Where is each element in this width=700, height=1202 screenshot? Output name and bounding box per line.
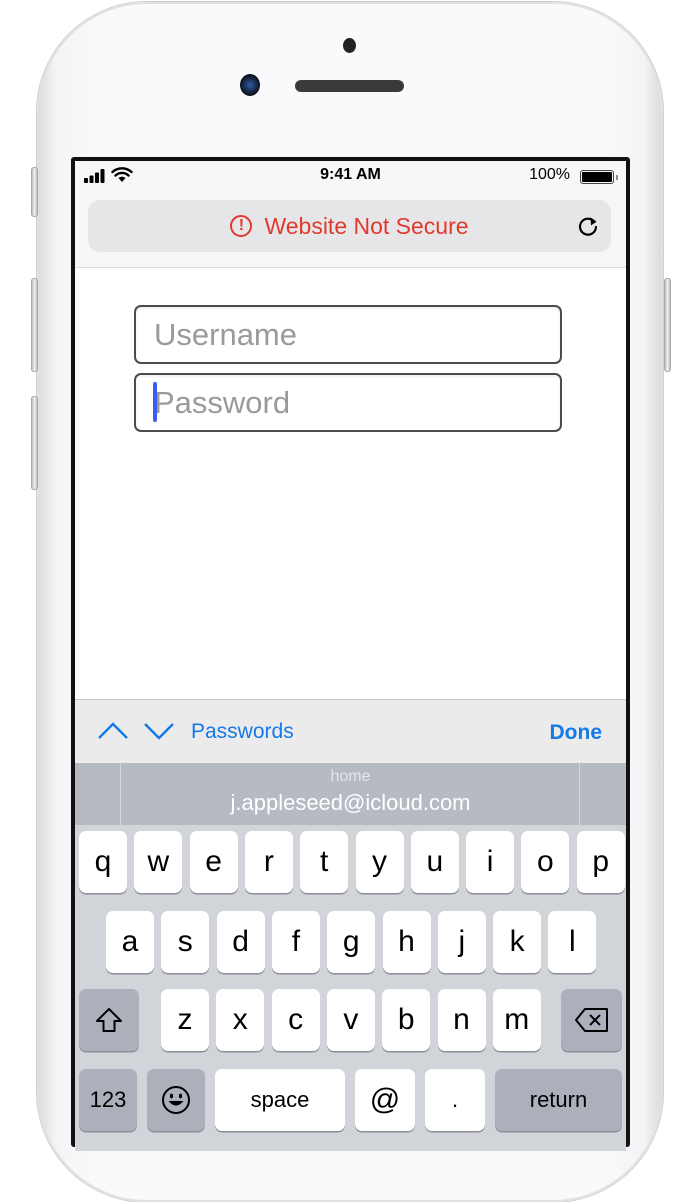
- key-s[interactable]: s: [161, 911, 210, 973]
- return-key[interactable]: return: [495, 1069, 622, 1131]
- key-l[interactable]: l: [548, 911, 597, 973]
- emoji-icon: [162, 1086, 190, 1114]
- key-k[interactable]: k: [493, 911, 542, 973]
- keyboard-accessory-bar: Passwords Done: [75, 699, 626, 764]
- key-w[interactable]: w: [134, 831, 183, 893]
- keyboard: qwertyuiop asdfghjkl zxcvbnm 123 space @…: [75, 825, 626, 1151]
- key-x[interactable]: x: [216, 989, 265, 1051]
- earpiece-speaker: [295, 80, 404, 92]
- key-e[interactable]: e: [189, 831, 238, 893]
- key-z[interactable]: z: [161, 989, 209, 1051]
- username-input[interactable]: [136, 307, 560, 362]
- key-f[interactable]: f: [271, 911, 320, 973]
- key-c[interactable]: c: [271, 989, 320, 1051]
- delete-key[interactable]: [561, 989, 622, 1051]
- suggestion-item[interactable]: home j.appleseed@icloud.com: [121, 763, 579, 825]
- key-d[interactable]: d: [216, 911, 265, 973]
- screen-content: 9:41 AM 100% ! Website Not Secure Userna…: [75, 161, 626, 1151]
- key-y[interactable]: y: [355, 831, 404, 893]
- done-button[interactable]: Done: [550, 721, 603, 745]
- shift-icon: [96, 1008, 122, 1032]
- key-g[interactable]: g: [327, 911, 376, 973]
- quicktype-suggestion-bar: home j.appleseed@icloud.com: [75, 763, 626, 825]
- shift-key[interactable]: [79, 989, 139, 1051]
- key-t[interactable]: t: [300, 831, 349, 893]
- battery-icon: [580, 170, 618, 184]
- key-i[interactable]: i: [466, 831, 515, 893]
- exclamation-circle-icon: !: [230, 215, 253, 237]
- browser-toolbar: ! Website Not Secure: [75, 191, 626, 268]
- key-u[interactable]: u: [410, 831, 459, 893]
- suggestion-value: j.appleseed@icloud.com: [230, 790, 471, 815]
- space-key[interactable]: space: [215, 1069, 345, 1131]
- front-camera: [240, 74, 260, 96]
- password-field[interactable]: [134, 373, 562, 432]
- key-q[interactable]: q: [79, 831, 127, 893]
- username-field[interactable]: [134, 305, 562, 364]
- key-a[interactable]: a: [106, 911, 154, 973]
- security-warning: ! Website Not Secure: [88, 200, 611, 252]
- volume-up-button[interactable]: [31, 278, 38, 372]
- key-h[interactable]: h: [382, 911, 431, 973]
- battery-fill: [582, 172, 612, 182]
- numbers-key[interactable]: 123: [79, 1069, 137, 1131]
- emoji-key[interactable]: [147, 1069, 205, 1131]
- suggestion-label: home: [330, 768, 371, 785]
- key-v[interactable]: v: [326, 989, 375, 1051]
- battery-tip: [616, 175, 618, 180]
- at-key[interactable]: @: [355, 1069, 415, 1131]
- power-button[interactable]: [664, 278, 671, 372]
- key-m[interactable]: m: [492, 989, 541, 1051]
- text-cursor: [153, 382, 157, 422]
- key-j[interactable]: j: [437, 911, 486, 973]
- proximity-sensor: [343, 38, 356, 53]
- chevron-down-icon[interactable]: [142, 720, 176, 742]
- key-r[interactable]: r: [244, 831, 293, 893]
- passwords-button[interactable]: Passwords: [191, 720, 294, 744]
- password-input[interactable]: [136, 375, 560, 430]
- mute-switch[interactable]: [31, 167, 38, 217]
- key-b[interactable]: b: [382, 989, 431, 1051]
- key-o[interactable]: o: [521, 831, 570, 893]
- reload-icon[interactable]: [575, 213, 601, 239]
- address-bar[interactable]: ! Website Not Secure: [88, 200, 611, 252]
- screen: 9:41 AM 100% ! Website Not Secure Userna…: [71, 157, 630, 1151]
- security-warning-text: Website Not Secure: [264, 212, 469, 239]
- status-bar: 9:41 AM 100%: [75, 161, 626, 191]
- key-n[interactable]: n: [437, 989, 486, 1051]
- period-key[interactable]: .: [425, 1069, 485, 1131]
- delete-icon: [574, 1008, 608, 1032]
- key-p[interactable]: p: [576, 831, 625, 893]
- battery-percent: 100%: [529, 166, 570, 183]
- volume-down-button[interactable]: [31, 396, 38, 490]
- chevron-up-icon[interactable]: [96, 720, 130, 742]
